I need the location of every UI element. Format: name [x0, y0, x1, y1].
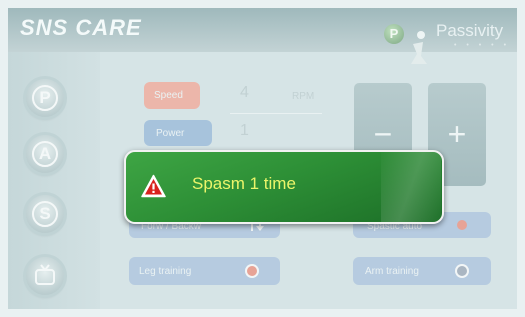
sidebar-item-s[interactable]: S: [26, 195, 64, 233]
sidebar-item-tv[interactable]: [26, 257, 64, 295]
arm-training-label: Arm training: [365, 266, 419, 277]
app-screen: SNS CARE P Passivity • • • • • P A S Spe…: [8, 8, 517, 309]
arm-indicator-icon: [457, 266, 467, 276]
speed-underline: [230, 113, 322, 114]
toast-shine: [381, 152, 441, 222]
mode-dots: • • • • •: [454, 42, 511, 49]
mode-s-icon: S: [32, 201, 58, 227]
mode-p-icon: P: [32, 85, 58, 111]
leg-training-label: Leg training: [139, 266, 192, 277]
speed-unit: RPM: [292, 91, 315, 102]
sidebar: P A S: [8, 52, 100, 309]
mode-logo-icon: P: [384, 24, 404, 44]
patient-figure-icon: [411, 31, 427, 64]
warning-icon: [141, 174, 166, 198]
alert-message: Spasm 1 time: [192, 174, 296, 193]
leg-indicator-icon: [247, 266, 257, 276]
speed-value: 4: [240, 84, 249, 101]
arm-training-toggle[interactable]: Arm training: [353, 257, 491, 285]
mode-a-icon: A: [32, 141, 58, 167]
sidebar-item-p[interactable]: P: [26, 79, 64, 117]
power-button[interactable]: Power: [144, 120, 212, 146]
power-value: 1: [240, 122, 249, 139]
power-label: Power: [156, 128, 185, 139]
tv-icon: [35, 264, 55, 285]
spasm-alert-toast: Spasm 1 time: [124, 150, 444, 224]
sidebar-item-a[interactable]: A: [26, 135, 64, 173]
mode-title: Passivity: [436, 21, 504, 40]
top-bar: SNS CARE P Passivity • • • • •: [8, 8, 517, 64]
brand-logo: SNS CARE: [20, 15, 142, 40]
leg-training-toggle[interactable]: Leg training: [129, 257, 280, 285]
speed-label: Speed: [154, 90, 183, 101]
speed-button[interactable]: Speed: [144, 82, 200, 109]
spastic-indicator-icon: [457, 220, 467, 230]
